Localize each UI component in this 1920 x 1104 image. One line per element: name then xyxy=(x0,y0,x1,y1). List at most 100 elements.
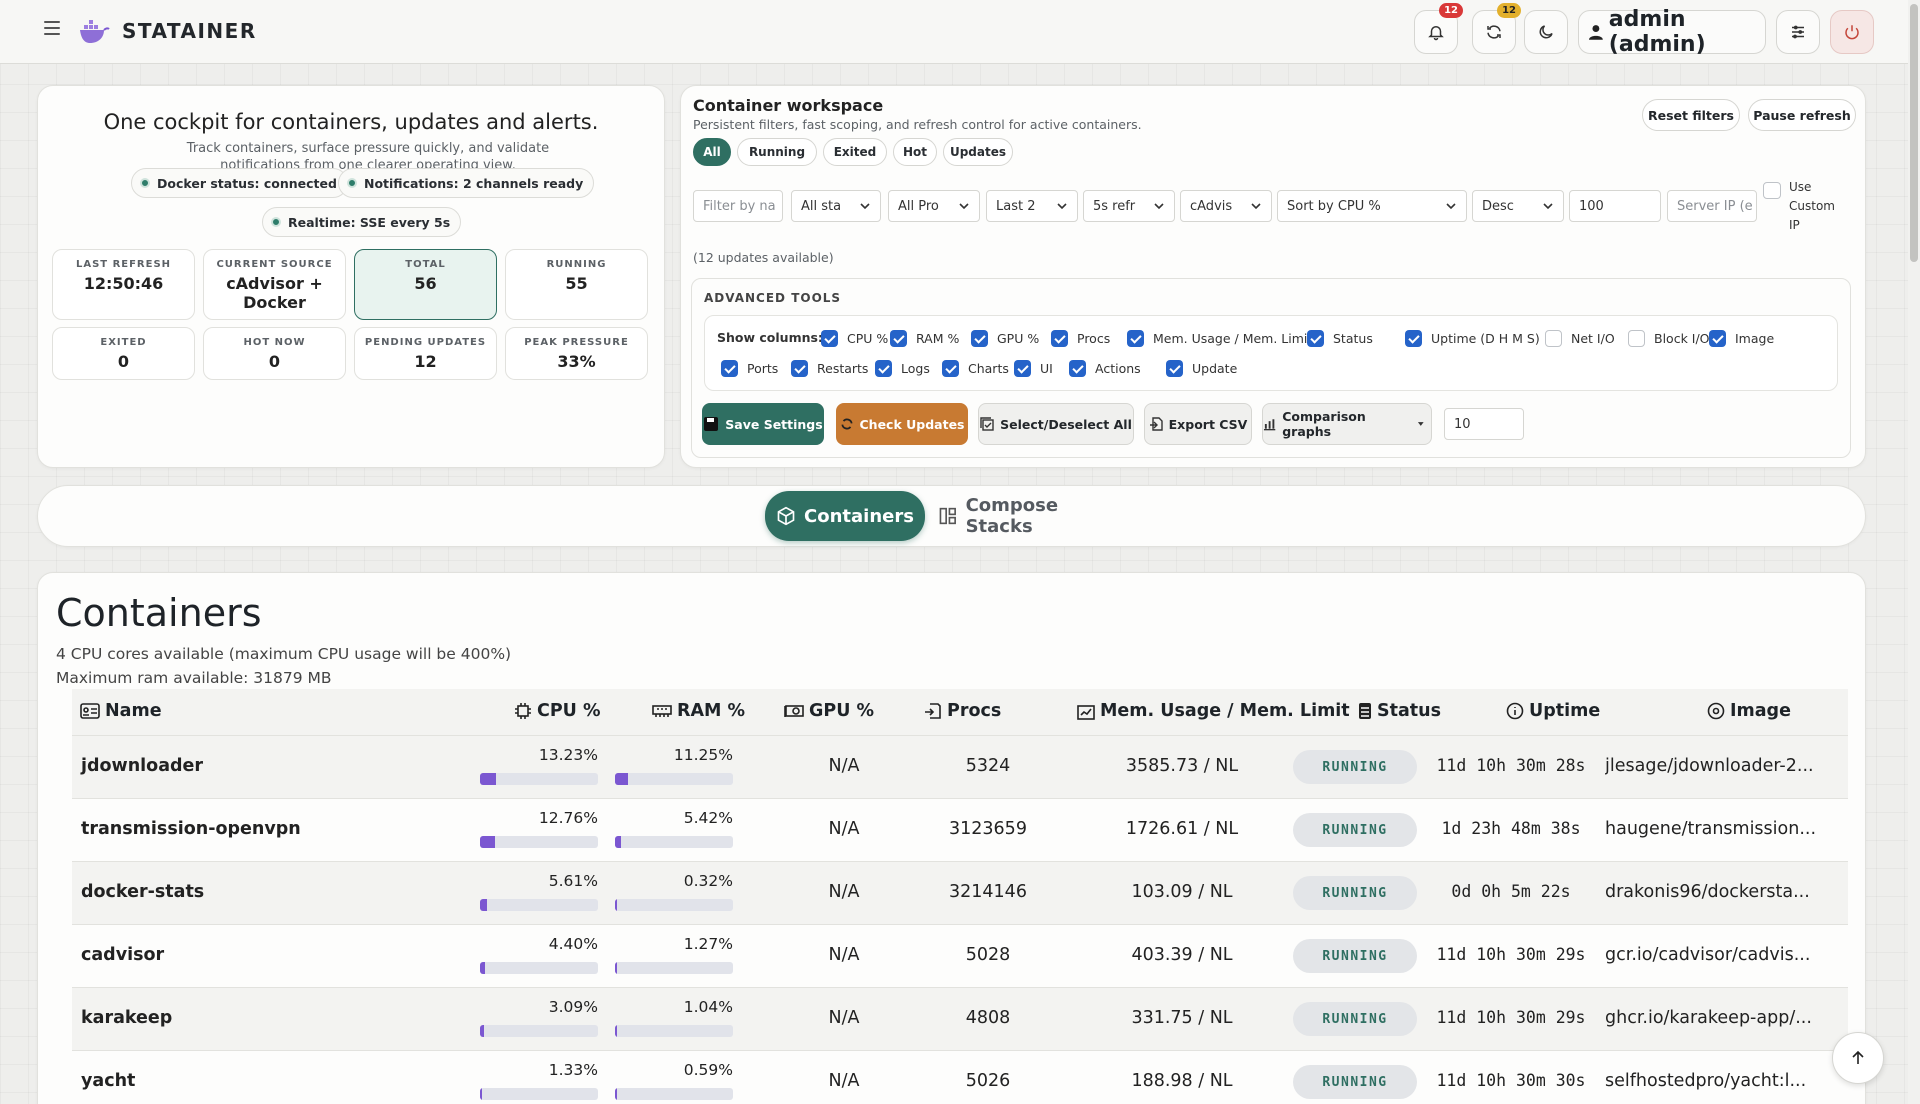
checkbox-checked-icon[interactable] xyxy=(890,330,907,347)
updates-button[interactable]: 12 xyxy=(1472,3,1521,54)
checkbox-checked-icon[interactable] xyxy=(821,330,838,347)
image-name[interactable]: gcr.io/cadvisor/cadvis... xyxy=(1605,945,1845,965)
column-toggle-actions[interactable]: Actions xyxy=(1069,360,1141,377)
checkbox-checked-icon[interactable] xyxy=(971,330,988,347)
comparison-count-input[interactable]: 10 xyxy=(1444,408,1524,440)
column-toggle-ram[interactable]: RAM % xyxy=(890,330,959,347)
checkbox-checked-icon[interactable] xyxy=(1709,330,1726,347)
tab-updates[interactable]: Updates xyxy=(943,138,1013,166)
source-select[interactable]: cAdvis xyxy=(1180,190,1272,222)
checkbox-checked-icon[interactable] xyxy=(1405,330,1422,347)
user-menu-button[interactable]: admin (admin) xyxy=(1578,7,1766,57)
tab-all[interactable]: All xyxy=(693,138,731,166)
checkbox-checked-icon[interactable] xyxy=(1069,360,1086,377)
image-name[interactable]: selfhostedpro/yacht:l... xyxy=(1605,1071,1845,1091)
select-all-button[interactable]: Select/Deselect All xyxy=(978,403,1134,445)
checkbox-checked-icon[interactable] xyxy=(1166,360,1183,377)
column-toggle-ui[interactable]: UI xyxy=(1014,360,1053,377)
tab-hot[interactable]: Hot xyxy=(893,138,937,166)
filter-name-input[interactable]: Filter by na xyxy=(693,190,783,222)
image-name[interactable]: drakonis96/dockersta... xyxy=(1605,882,1845,902)
stat-hot-now[interactable]: HOT NOW 0 xyxy=(203,327,346,380)
page-scrollbar[interactable] xyxy=(1908,0,1920,1104)
image-name[interactable]: haugene/transmission... xyxy=(1605,819,1845,839)
stat-exited[interactable]: EXITED 0 xyxy=(52,327,195,380)
column-header-procs[interactable]: Procs xyxy=(924,701,1001,721)
theme-toggle-button[interactable] xyxy=(1524,10,1568,54)
checkbox-unchecked-icon[interactable] xyxy=(1628,330,1645,347)
scroll-to-top-button[interactable] xyxy=(1832,1032,1884,1084)
checkbox-unchecked-icon[interactable] xyxy=(1545,330,1562,347)
container-name[interactable]: transmission-openvpn xyxy=(81,819,301,839)
tab-exited[interactable]: Exited xyxy=(823,138,887,166)
column-toggle-mem-usage-mem-limit[interactable]: Mem. Usage / Mem. Limit xyxy=(1127,330,1312,347)
column-toggle-status[interactable]: Status xyxy=(1307,330,1373,347)
container-name[interactable]: docker-stats xyxy=(81,882,204,902)
order-select[interactable]: Desc xyxy=(1472,190,1564,222)
column-toggle-image[interactable]: Image xyxy=(1709,330,1774,347)
column-toggle-charts[interactable]: Charts xyxy=(942,360,1009,377)
check-updates-button[interactable]: Check Updates xyxy=(836,403,968,445)
custom-ip-checkbox[interactable] xyxy=(1763,182,1781,199)
checkbox-checked-icon[interactable] xyxy=(942,360,959,377)
stat-total[interactable]: TOTAL 56 xyxy=(354,249,497,320)
table-row[interactable]: yacht 1.33% 0.59% N/A 5026 188.98 / NL RUNNING… xyxy=(72,1050,1848,1104)
stat-running[interactable]: RUNNING 55 xyxy=(505,249,648,320)
container-name[interactable]: jdownloader xyxy=(81,756,203,776)
export-csv-button[interactable]: Export CSV xyxy=(1144,403,1252,445)
comparison-graphs-button[interactable]: Comparison graphs xyxy=(1262,403,1432,445)
table-row[interactable]: cadvisor 4.40% 1.27% N/A 5028 403.39 / NL RUNN… xyxy=(72,924,1848,987)
column-toggle-ports[interactable]: Ports xyxy=(721,360,778,377)
time-range-select[interactable]: Last 2 xyxy=(986,190,1078,222)
checkbox-checked-icon[interactable] xyxy=(1051,330,1068,347)
checkbox-checked-icon[interactable] xyxy=(1127,330,1144,347)
save-settings-button[interactable]: Save Settings xyxy=(702,403,824,445)
checkbox-checked-icon[interactable] xyxy=(791,360,808,377)
project-select[interactable]: All Pro xyxy=(888,190,980,222)
image-name[interactable]: jlesage/jdownloader-2... xyxy=(1605,756,1845,776)
table-row[interactable]: jdownloader 13.23% 11.25% N/A 5324 3585.73 / … xyxy=(72,735,1848,798)
menu-icon[interactable] xyxy=(44,21,60,35)
refresh-interval-select[interactable]: 5s refr xyxy=(1083,190,1175,222)
column-header-uptime[interactable]: Uptime xyxy=(1506,701,1600,721)
table-row[interactable]: docker-stats 5.61% 0.32% N/A 3214146 103.09 /… xyxy=(72,861,1848,924)
image-name[interactable]: ghcr.io/karakeep-app/... xyxy=(1605,1008,1845,1028)
checkbox-checked-icon[interactable] xyxy=(875,360,892,377)
column-toggle-logs[interactable]: Logs xyxy=(875,360,930,377)
checkbox-checked-icon[interactable] xyxy=(1307,330,1324,347)
stat-pending-updates[interactable]: PENDING UPDATES 12 xyxy=(354,327,497,380)
column-header-ram[interactable]: RAM % xyxy=(652,701,745,721)
sort-select[interactable]: Sort by CPU % xyxy=(1277,190,1467,222)
limit-input[interactable]: 100 xyxy=(1569,190,1661,222)
column-header-image[interactable]: Image xyxy=(1707,701,1791,721)
tab-running[interactable]: Running xyxy=(737,138,817,166)
server-ip-input[interactable]: Server IP (e xyxy=(1667,190,1757,222)
column-toggle-block-i-o[interactable]: Block I/O xyxy=(1628,330,1710,347)
logout-button[interactable] xyxy=(1830,10,1874,54)
column-toggle-gpu[interactable]: GPU % xyxy=(971,330,1039,347)
notifications-button[interactable]: 12 xyxy=(1414,3,1463,54)
reset-filters-button[interactable]: Reset filters xyxy=(1642,99,1740,131)
tab-containers[interactable]: Containers xyxy=(765,491,925,541)
column-toggle-net-i-o[interactable]: Net I/O xyxy=(1545,330,1615,347)
column-header-status[interactable]: Status xyxy=(1358,701,1441,721)
column-toggle-uptime-d-h-m-s[interactable]: Uptime (D H M S) xyxy=(1405,330,1540,347)
checkbox-checked-icon[interactable] xyxy=(1014,360,1031,377)
table-row[interactable]: karakeep 3.09% 1.04% N/A 4808 331.75 / NL RUNN… xyxy=(72,987,1848,1050)
table-row[interactable]: transmission-openvpn 12.76% 5.42% N/A 312365… xyxy=(72,798,1848,861)
column-header-gpu[interactable]: GPU % xyxy=(784,701,874,721)
column-header-memory[interactable]: Mem. Usage / Mem. Limit xyxy=(1077,701,1350,721)
scrollbar-thumb[interactable] xyxy=(1910,4,1918,262)
container-name[interactable]: yacht xyxy=(81,1071,135,1091)
column-toggle-procs[interactable]: Procs xyxy=(1051,330,1110,347)
settings-button[interactable] xyxy=(1776,10,1820,54)
column-toggle-cpu[interactable]: CPU % xyxy=(821,330,888,347)
column-header-name[interactable]: Name xyxy=(80,701,162,721)
tab-compose-stacks[interactable]: Compose Stacks xyxy=(938,491,1128,541)
column-toggle-restarts[interactable]: Restarts xyxy=(791,360,868,377)
column-header-cpu[interactable]: CPU % xyxy=(514,701,601,721)
container-name[interactable]: cadvisor xyxy=(81,945,164,965)
pause-refresh-button[interactable]: Pause refresh xyxy=(1748,99,1856,131)
checkbox-checked-icon[interactable] xyxy=(721,360,738,377)
container-name[interactable]: karakeep xyxy=(81,1008,172,1028)
